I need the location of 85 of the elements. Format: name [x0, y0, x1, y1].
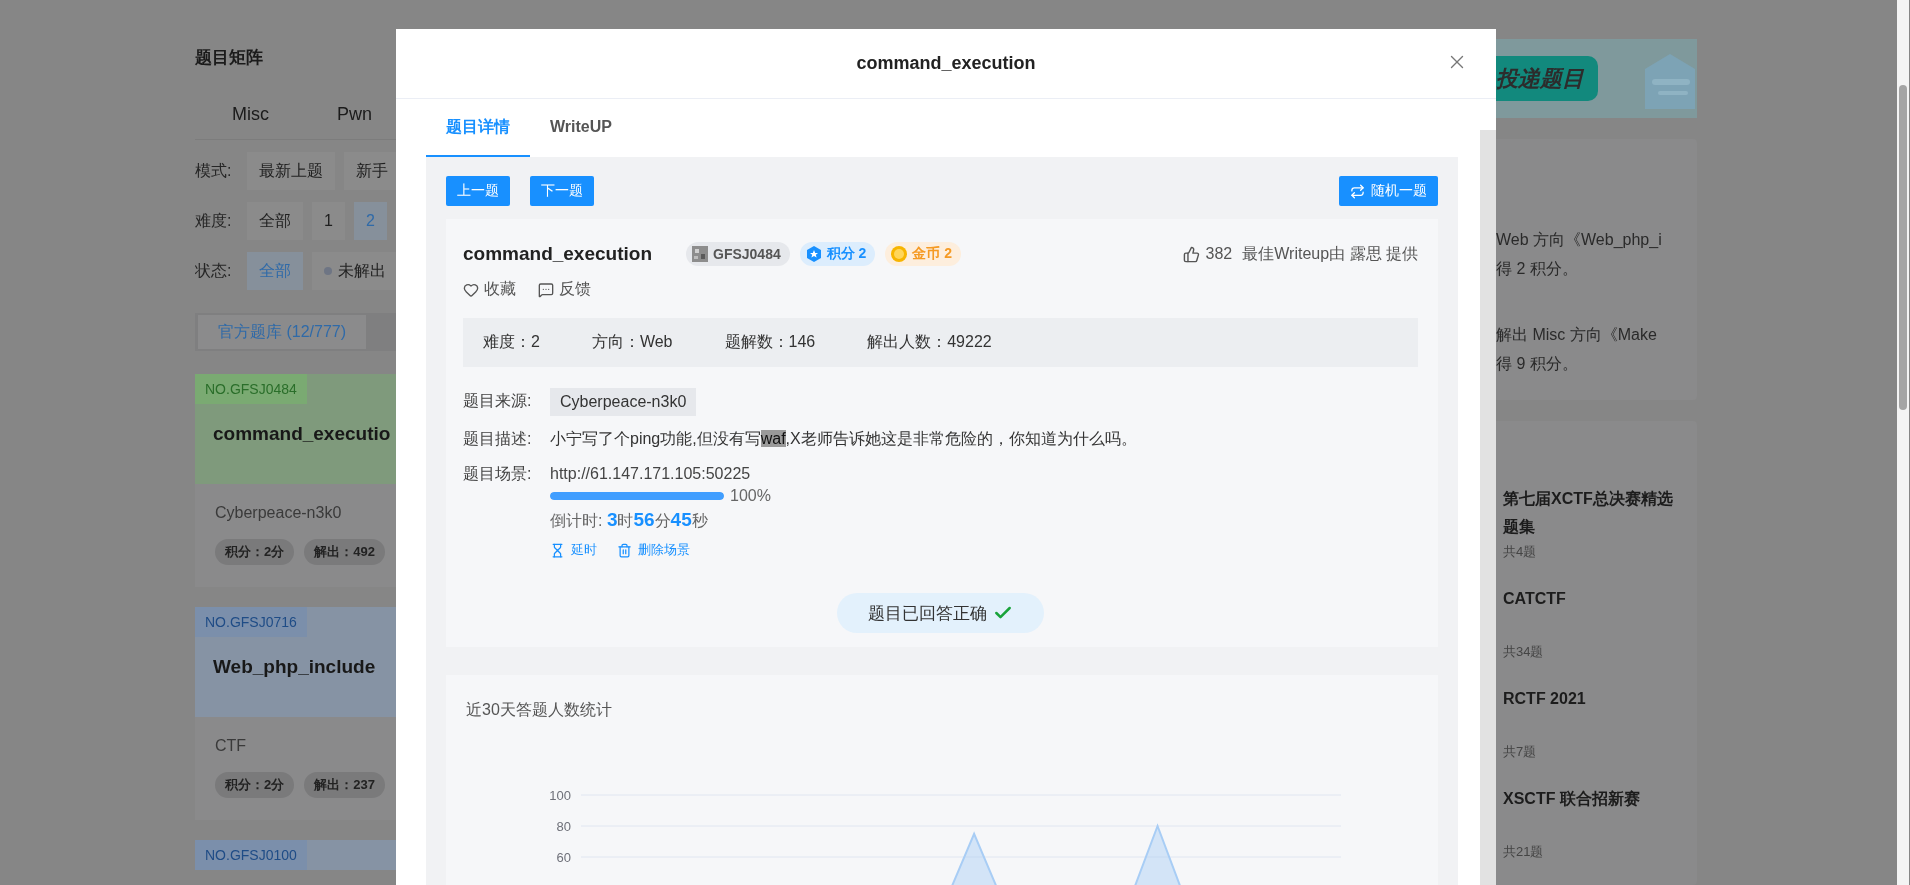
field-label: 题目来源: — [463, 391, 533, 411]
badge: 金币 2 — [885, 242, 962, 266]
card-source: Cyberpeace-n3k0 — [215, 504, 343, 522]
category-tab[interactable]: Pwn — [337, 104, 372, 125]
filter-label: 难度: — [195, 210, 233, 231]
collection-item[interactable]: RCTF 2021 共7题 — [1496, 685, 1697, 761]
axis-tick-label: 80 — [556, 819, 571, 834]
submit-button[interactable]: 投递题目 — [1496, 56, 1598, 101]
axis-tick-label: 100 — [549, 788, 571, 803]
card-title: Web_php_include — [212, 655, 377, 678]
thumbs-up-icon[interactable] — [1182, 245, 1200, 263]
axis-tick-label: 60 — [556, 850, 571, 865]
number-tag: NO.GFSJ0484 — [195, 374, 307, 404]
modal-title: command_execution — [856, 53, 1036, 74]
badge: 积分 2 — [799, 242, 876, 266]
scene-action-link[interactable]: 延时 — [550, 541, 597, 559]
filter-label: 状态: — [195, 260, 233, 281]
stat-text: 方向：Web — [591, 332, 673, 352]
countdown-text: 倒计时: 3时56分45秒 — [550, 509, 709, 532]
collection-item[interactable]: CATCTF 共34题 — [1496, 585, 1697, 661]
source-tag: Cyberpeace-n3k0 — [550, 388, 697, 416]
stat-chip: 积分：2分 — [215, 772, 295, 798]
filter-label: 模式: — [195, 160, 233, 181]
answer-status: 题目已回答正确 — [837, 593, 1044, 633]
challenge-name: command_execution — [463, 243, 652, 265]
activity-text: Web 方向《Web_php_i — [1496, 230, 1663, 250]
scroll-thumb[interactable] — [1899, 85, 1907, 410]
stat-text: 题解数：146 — [724, 332, 816, 352]
filter-option[interactable]: 1 — [312, 202, 345, 240]
activity-text: 得 2 积分。 — [1496, 259, 1579, 279]
challenge-card[interactable]: NO.GFSJ0716 Web_php_include CTF 积分：2分 解出：237 — [195, 607, 396, 820]
stat-text: 解出人数：49222 — [867, 332, 992, 352]
chart-title: 近30天答题人数统计 — [466, 700, 613, 720]
action-link[interactable]: 收藏 — [463, 279, 516, 300]
collection-count: 共34题 — [1503, 643, 1545, 661]
collection-title: 第七届XCTF总决赛精选题集 — [1503, 489, 1674, 537]
action-link[interactable]: 反馈 — [538, 279, 591, 300]
collection-count: 共21题 — [1503, 843, 1545, 861]
progress-reading: 100% — [730, 487, 771, 505]
coin-icon — [891, 246, 908, 262]
comment-icon — [538, 281, 554, 298]
dot-icon — [324, 267, 332, 275]
card-source: CTF — [215, 737, 248, 755]
category-tab[interactable]: Misc — [232, 104, 269, 125]
number-tag: NO.GFSJ0100 — [195, 840, 307, 870]
stat-text: 难度：2 — [483, 332, 540, 352]
stat-chip: 积分：2分 — [215, 539, 295, 565]
badge: GFSJ0484 — [686, 242, 790, 266]
scene-action-link[interactable]: 删除场景 — [617, 541, 690, 559]
random-button[interactable]: 随机一题 — [1339, 176, 1438, 206]
tab[interactable]: WriteUP — [530, 99, 632, 157]
hourglass-icon — [550, 542, 565, 558]
collection-count: 共4题 — [1503, 543, 1538, 561]
activity-text: 解出 Misc 方向《Make — [1496, 325, 1658, 345]
collection-title: XSCTF 联合招新赛 — [1503, 789, 1641, 809]
collection-item[interactable]: XSCTF 联合招新赛 共21题 — [1496, 785, 1697, 861]
field-label: 题目描述: — [463, 429, 533, 449]
repeat-icon — [1350, 183, 1365, 199]
scene-url[interactable]: http://61.147.171.105:50225 — [550, 461, 1418, 487]
hexagon-star-icon — [805, 246, 822, 262]
number-tag: NO.GFSJ0716 — [195, 607, 307, 637]
filter-option[interactable]: 最新上题 — [247, 152, 335, 190]
filter-option[interactable]: 新手 — [344, 152, 396, 190]
collection-title: RCTF 2021 — [1503, 689, 1587, 709]
stat-chip: 解出：237 — [304, 772, 385, 798]
collection-title: CATCTF — [1503, 589, 1567, 609]
trash-icon — [617, 542, 632, 558]
nav-button[interactable]: 上一题 — [446, 176, 510, 206]
description-text: 小宁写了个ping功能,但没有写waf,X老师告诉她这是非常危险的，你知道为什么吗。 — [550, 429, 1138, 449]
filter-option[interactable]: 全部 — [247, 202, 303, 240]
activity-text: 得 9 积分。 — [1496, 354, 1579, 374]
stat-chip: 解出：492 — [304, 539, 385, 565]
like-count: 382 — [1205, 245, 1233, 263]
filter-option[interactable]: 未解出 — [312, 252, 396, 290]
nav-button[interactable]: 下一题 — [530, 176, 594, 206]
collection-count: 共7题 — [1503, 743, 1538, 761]
writeup-credit: 最佳Writeup由 露思 提供 — [1242, 243, 1418, 264]
pixel-image-icon — [692, 246, 708, 262]
field-label: 题目场景: — [463, 464, 533, 484]
section-title: 题目矩阵 — [195, 47, 264, 69]
challenge-card[interactable]: NO.GFSJ0100 — [195, 840, 396, 870]
card-title: command_executio — [212, 422, 392, 445]
heart-icon — [463, 281, 479, 298]
collection-item[interactable]: 第七届XCTF总决赛精选题集 共4题 — [1496, 485, 1697, 561]
challenge-card[interactable]: NO.GFSJ0484 command_executio Cyberpeace-n3k0 积分：2分 解出：492 — [195, 374, 396, 587]
